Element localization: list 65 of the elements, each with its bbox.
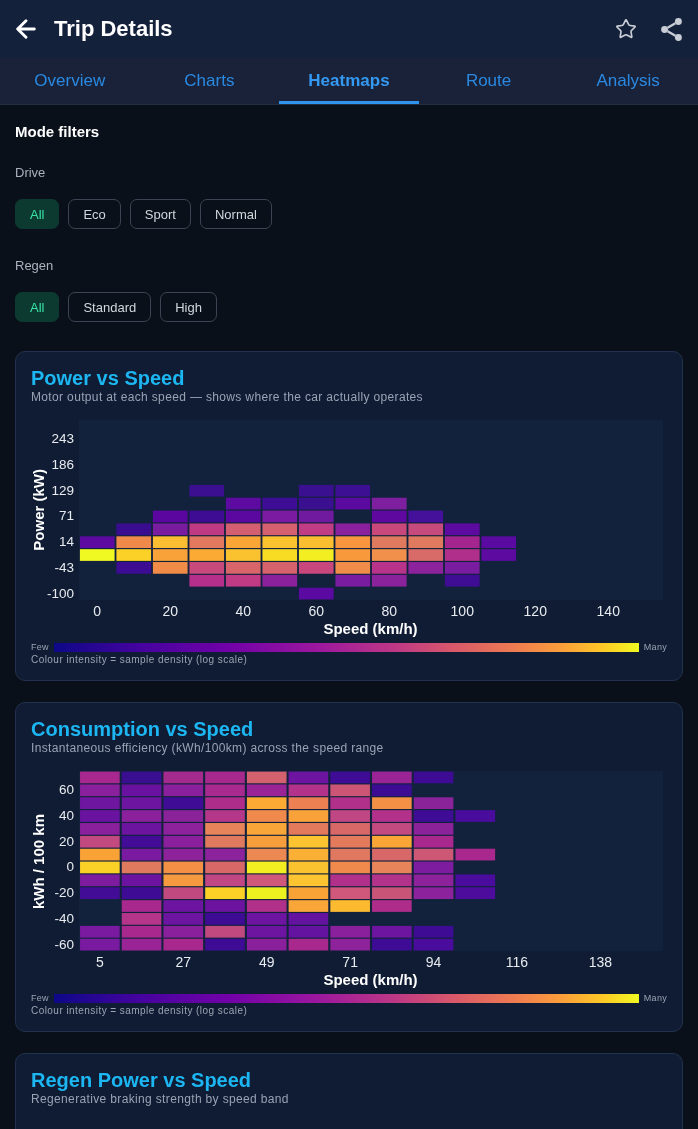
y-tick-label: -20 [54, 885, 74, 902]
y-tick-label: 243 [51, 431, 74, 448]
x-axis-label: Speed (km/h) [323, 971, 418, 990]
scale-min-label: Few [31, 993, 49, 1005]
x-tick-label: 80 [381, 603, 398, 621]
x-tick-label: 71 [342, 954, 358, 972]
scale-max-label: Many [643, 993, 667, 1005]
x-tick-label: 140 [596, 603, 620, 621]
card-subtitle: Instantaneous efficiency (kWh/100km) across the speed range [31, 741, 384, 756]
tab[interactable]: Heatmaps [279, 58, 419, 104]
legend-caption: Colour intensity = sample density (log scale) [31, 1005, 248, 1018]
filter-chip[interactable]: Normal [199, 199, 272, 229]
y-tick-label: 20 [58, 833, 74, 850]
filter-chip[interactable]: Standard [68, 292, 152, 322]
y-tick-label: -100 [46, 585, 74, 602]
x-tick-label: 94 [425, 954, 442, 972]
y-tick-label: 60 [58, 782, 74, 799]
tab[interactable]: Overview [0, 58, 140, 104]
x-tick-label: 27 [175, 954, 192, 972]
card-subtitle: Motor output at each speed — shows where the car actually operates [31, 390, 423, 404]
card-title: Regen Power vs Speed [31, 1068, 252, 1093]
x-tick-label: 40 [235, 603, 252, 621]
filter-chip[interactable]: All [15, 199, 60, 229]
scale-min-label: Few [31, 642, 49, 654]
share-icon[interactable] [661, 17, 682, 41]
card-title: Power vs Speed [31, 366, 185, 390]
tab[interactable]: Analysis [558, 58, 698, 104]
x-tick-label: 0 [93, 603, 102, 621]
tab[interactable]: Route [418, 58, 559, 104]
x-tick-label: 20 [162, 603, 179, 621]
y-tick-label: 129 [51, 482, 74, 499]
filter-chip[interactable]: Sport [129, 199, 191, 229]
tab[interactable]: Charts [139, 58, 280, 104]
filter-chip[interactable]: High [160, 292, 217, 322]
filter-group-label: Regen [15, 257, 54, 275]
x-axis-label: Speed (km/h) [323, 620, 418, 639]
filter-chip[interactable]: Eco [68, 199, 121, 229]
section-title: Mode filters [15, 122, 100, 142]
card-subtitle: Regenerative braking strength by speed band [31, 1092, 289, 1107]
card-title: Consumption vs Speed [31, 717, 254, 742]
star-icon[interactable] [615, 18, 637, 40]
y-tick-label: 186 [51, 457, 74, 473]
y-axis-label: Power (kW) [31, 469, 46, 551]
y-tick-label: -60 [54, 936, 74, 953]
y-tick-label: 14 [58, 534, 74, 551]
y-tick-label: 71 [58, 508, 74, 525]
y-axis-label: kWh / 100 km [31, 813, 46, 909]
back-arrow-icon[interactable] [16, 19, 36, 39]
filter-chip[interactable]: All [15, 292, 60, 322]
scale-max-label: Many [643, 642, 667, 654]
y-tick-label: -40 [54, 910, 74, 927]
legend-caption: Colour intensity = sample density (log scale) [31, 654, 248, 667]
filter-group-label: Drive [15, 164, 46, 182]
y-tick-label: 0 [66, 859, 74, 876]
x-tick-label: 116 [505, 954, 529, 972]
y-tick-label: -43 [54, 559, 74, 576]
x-tick-label: 138 [588, 954, 613, 972]
x-tick-label: 60 [308, 603, 325, 621]
y-tick-label: 40 [58, 808, 74, 825]
x-tick-label: 5 [95, 954, 104, 972]
x-tick-label: 100 [450, 603, 474, 621]
heatmap-row [298, 587, 334, 600]
screen-title: Trip Details [54, 16, 174, 42]
x-tick-label: 120 [523, 603, 547, 621]
x-tick-label: 49 [258, 954, 275, 972]
